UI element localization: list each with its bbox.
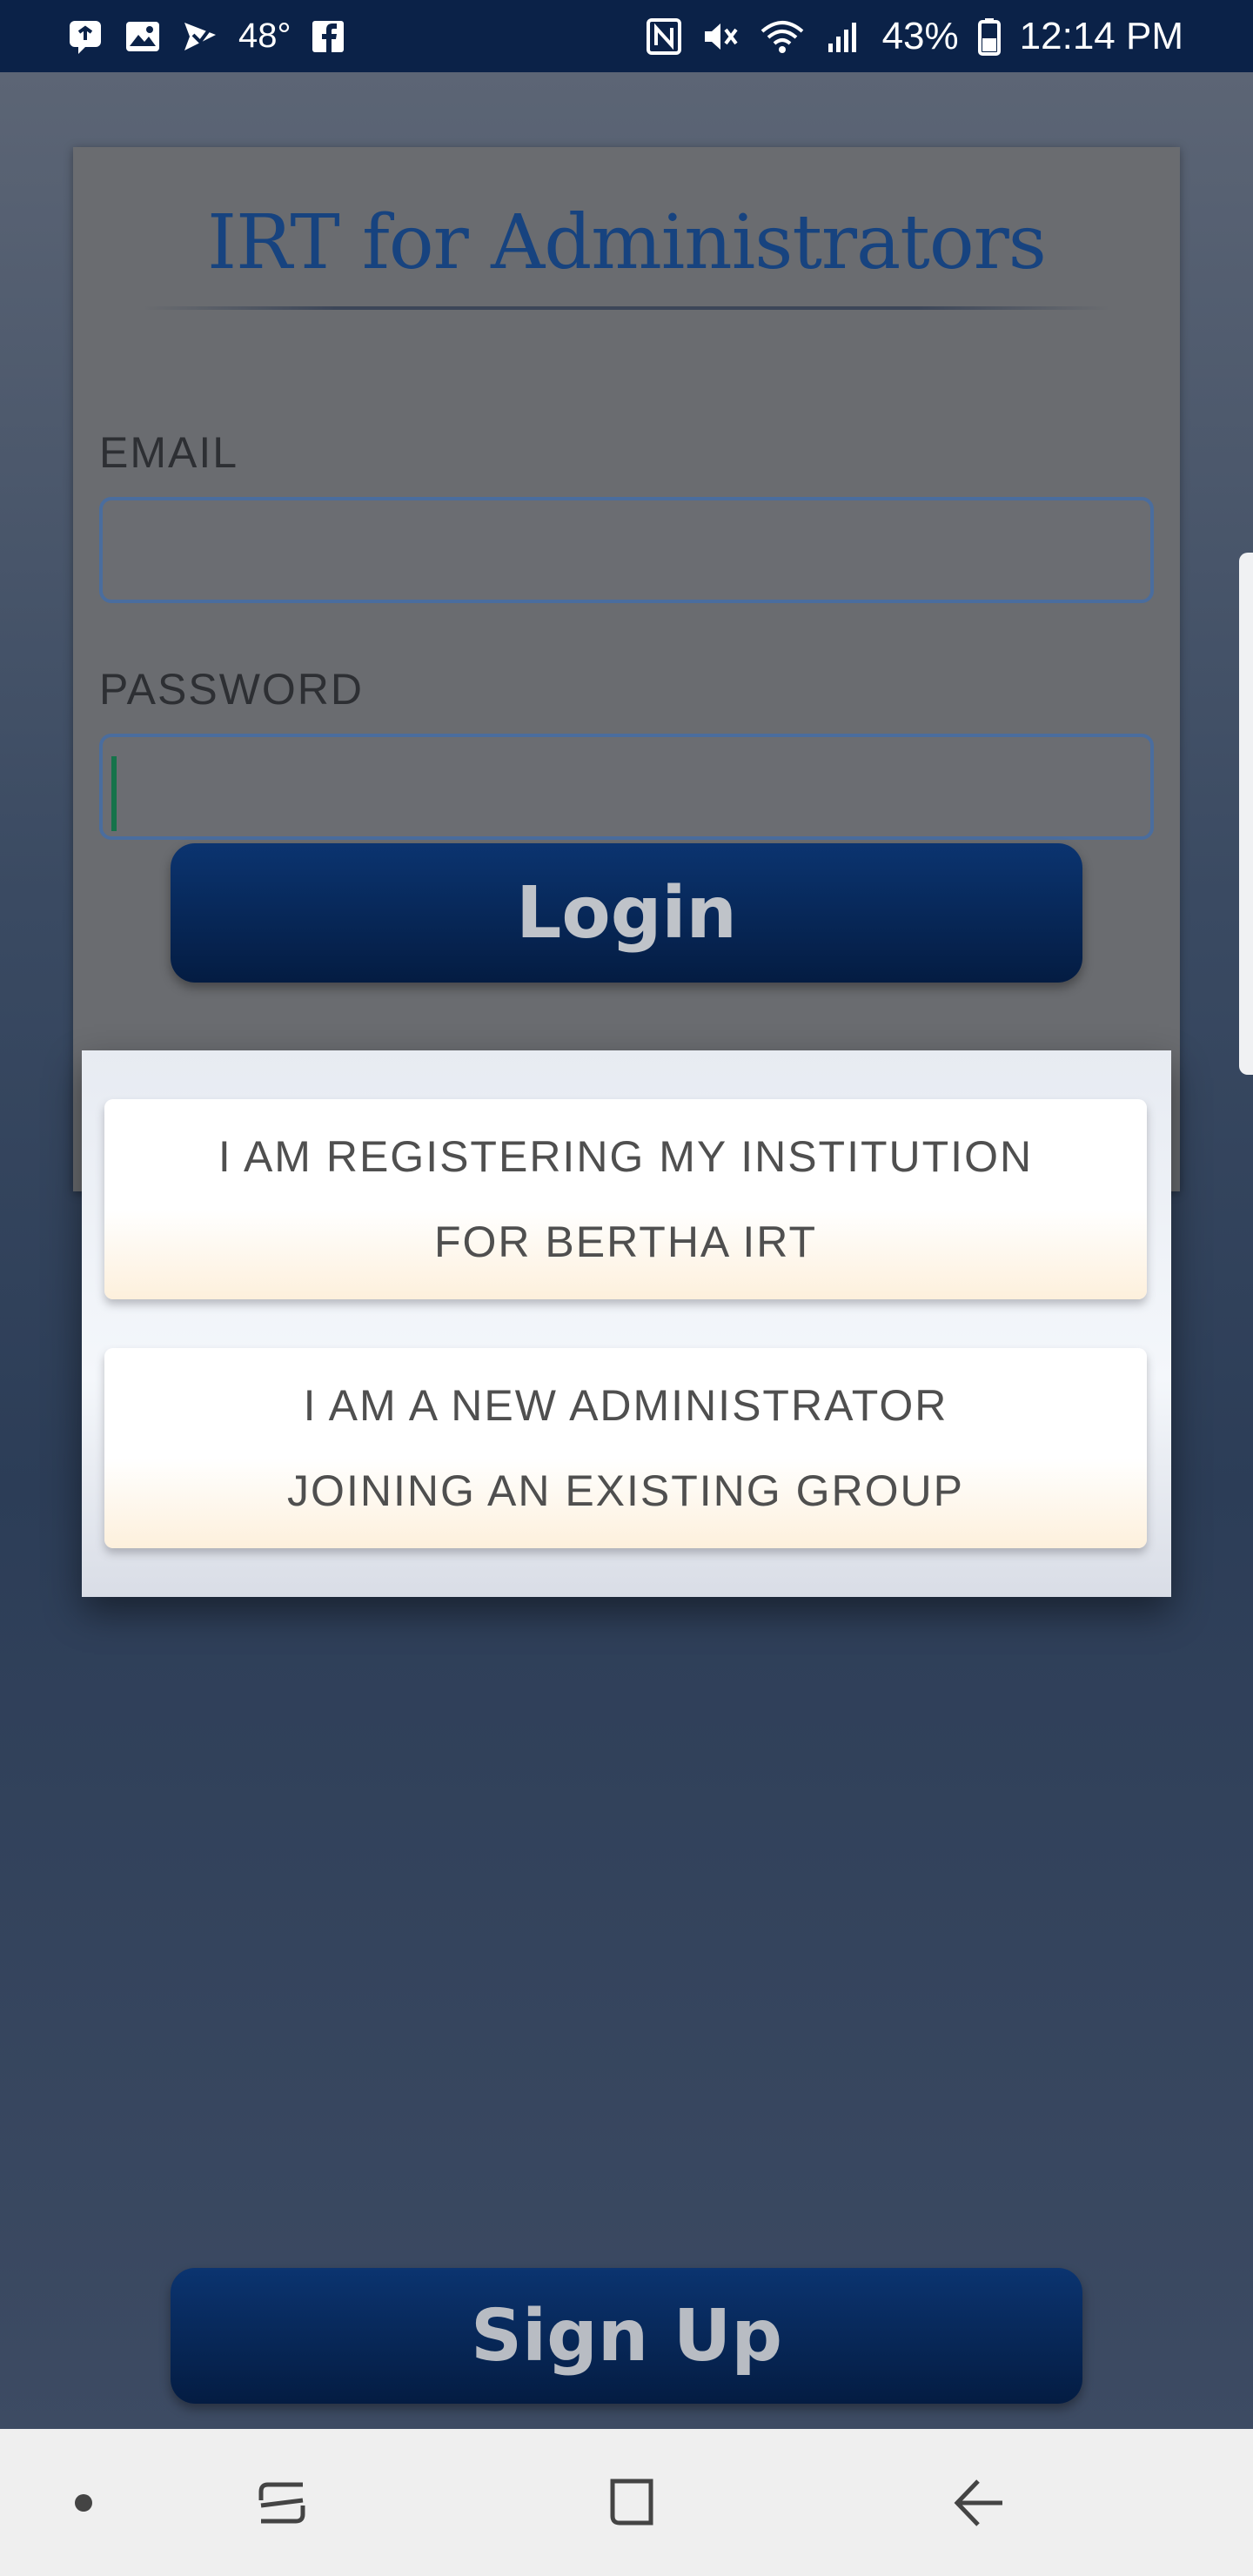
status-bar-right: 43% 12:14 PM [646,15,1183,58]
dot-icon[interactable] [57,2429,110,2576]
password-field[interactable] [99,734,1154,840]
option-line: I AM REGISTERING MY INSTITUTION [218,1132,1034,1181]
register-institution-button[interactable]: I AM REGISTERING MY INSTITUTION FOR BERT… [104,1099,1147,1299]
password-label: PASSWORD [99,665,364,714]
sent-icon [181,17,219,56]
email-field[interactable] [99,497,1154,603]
navigation-bar [0,2429,1253,2576]
battery-percent: 43% [881,14,959,57]
home-icon[interactable] [583,2429,679,2576]
clock: 12:14 PM [1019,14,1183,57]
signal-icon [825,17,863,56]
wifi-icon [759,17,806,56]
nfc-icon [646,17,682,56]
back-icon[interactable] [933,2429,1029,2576]
option-line: JOINING AN EXISTING GROUP [287,1466,964,1515]
sign-up-button[interactable]: Sign Up [171,2268,1082,2404]
login-card: IRT for Administrators EMAIL PASSWORD [73,147,1180,1191]
option-line: I AM A NEW ADMINISTRATOR [303,1381,948,1430]
status-bar-left: 48° [66,17,345,56]
title-divider [143,306,1110,310]
join-existing-group-button[interactable]: I AM A NEW ADMINISTRATOR JOINING AN EXIS… [104,1348,1147,1548]
temperature: 48° [238,17,291,55]
page-title: IRT for Administrators [207,199,1047,286]
messenger-icon [66,17,104,56]
status-bar: 48° 43% 12:14 PM [0,0,1253,72]
option-line: FOR BERTHA IRT [433,1218,818,1266]
battery-icon [977,17,1001,56]
gallery-icon [124,17,162,56]
mute-icon [701,17,740,56]
side-panel-handle[interactable] [1239,553,1253,1075]
email-label: EMAIL [99,428,239,477]
registration-dialog: I AM REGISTERING MY INSTITUTION FOR BERT… [82,1050,1171,1597]
app-background: IRT for Administrators EMAIL PASSWORD Lo… [0,72,1253,2429]
facebook-icon [311,19,345,54]
recents-icon[interactable] [235,2429,331,2576]
login-button[interactable]: Login [171,843,1082,983]
